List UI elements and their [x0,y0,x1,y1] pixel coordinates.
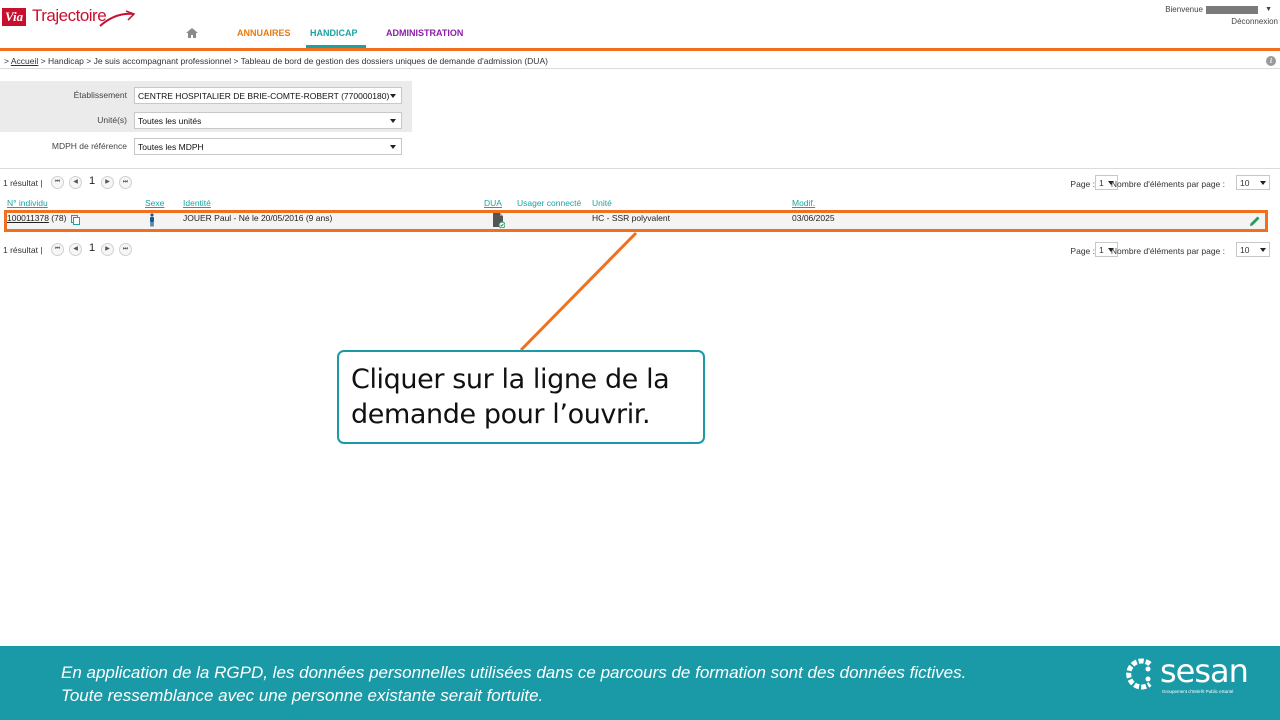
user-welcome[interactable]: Bienvenue [1165,5,1258,14]
per-page-label: Nombre d'éléments par page : [1110,179,1225,189]
first-page-icon[interactable]: ⏮ [51,243,64,256]
unites-select[interactable]: Toutes les unités [134,112,402,129]
instruction-callout: Cliquer sur la ligne de la demande pour … [337,350,705,444]
cell-individu: 100011378 (78) [7,213,80,225]
sesan-mark-icon [1126,658,1152,690]
footer-disclaimer: En application de la RGPD, les données p… [61,661,966,707]
cell-identite: JOUER Paul - Né le 20/05/2016 (9 ans) [183,213,333,223]
header-divider [0,48,1280,51]
filter-label: Unité(s) [97,115,127,125]
logo-swoosh-icon [99,10,136,27]
per-page-label: Nombre d'éléments par page : [1110,246,1225,256]
prev-page-icon[interactable]: ◀ [69,176,82,189]
pager-bottom: 1 résultat | ⏮ ◀ 1 ▶ ⏭ [3,242,143,257]
first-page-icon[interactable]: ⏮ [51,176,64,189]
individu-count: (78) [51,213,67,223]
filter-unites: Unité(s) Toutes les unités [0,109,412,131]
sesan-wordmark: sesan [1160,652,1249,690]
perpage-bottom: Page : 1 Nombre d'éléments par page : 10 [1010,242,1270,258]
results-count: 1 résultat | [3,178,43,188]
current-page: 1 [89,242,96,254]
results-count: 1 résultat | [3,245,43,255]
footer-banner: En application de la RGPD, les données p… [0,646,1280,720]
breadcrumb-home-link[interactable]: Accueil [11,56,38,66]
document-check-icon[interactable] [493,213,505,228]
filter-label: MDPH de référence [51,141,127,151]
filter-etablissement: Établissement CENTRE HOSPITALIER DE BRIE… [0,84,412,106]
last-page-icon[interactable]: ⏭ [119,176,132,189]
select-value: CENTRE HOSPITALIER DE BRIE-COMTE-ROBERT … [138,91,390,101]
page-select-value: 1 [1099,245,1104,255]
filter-label: Établissement [73,90,127,100]
home-icon[interactable] [185,26,199,40]
nav-administration[interactable]: ADMINISTRATION [386,28,463,48]
perpage-top: Page : 1 Nombre d'éléments par page : 10 [1010,175,1270,191]
last-page-icon[interactable]: ⏭ [119,243,132,256]
chevron-down-icon [390,119,396,123]
per-page-select[interactable]: 10 [1236,175,1270,190]
copy-icon[interactable] [70,214,80,225]
welcome-label: Bienvenue [1165,5,1203,14]
select-value: Toutes les MDPH [138,142,204,152]
section-divider [0,168,1280,169]
breadcrumb-prefix: > [4,56,9,66]
nav-annuaires[interactable]: ANNUAIRES [237,28,291,48]
page-label: Page : [1070,246,1095,256]
breadcrumb-divider [0,68,1280,69]
logo-trajectoire: Trajectoire [32,6,107,25]
per-page-select[interactable]: 10 [1236,242,1270,257]
etablissement-select[interactable]: CENTRE HOSPITALIER DE BRIE-COMTE-ROBERT … [134,87,402,104]
prev-page-icon[interactable]: ◀ [69,243,82,256]
next-page-icon[interactable]: ▶ [101,176,114,189]
sesan-logo: sesan Groupement d'Intérêt Public eSanté [1124,652,1254,702]
select-value: Toutes les unités [138,116,202,126]
viatrajectoire-logo[interactable]: Via Trajectoire [2,6,137,30]
page-label: Page : [1070,179,1095,189]
disclaimer-line-2: Toute ressemblance avec une personne exi… [61,686,544,705]
male-person-icon [150,213,154,227]
logo-via: Via [2,8,27,26]
col-header-modif[interactable]: Modif. [792,198,815,208]
col-header-sexe[interactable]: Sexe [145,198,164,208]
cell-unite: HC - SSR polyvalent [592,213,670,223]
chevron-down-icon [1260,248,1266,252]
col-header-individu[interactable]: N° individu [7,198,48,208]
logout-link[interactable]: Déconnexion [1231,17,1278,26]
info-icon[interactable]: i [1266,56,1276,66]
current-page: 1 [89,175,96,187]
breadcrumb-path: > Handicap > Je suis accompagnant profes… [40,56,548,66]
breadcrumb: > Accueil > Handicap > Je suis accompagn… [4,56,548,66]
mdph-select[interactable]: Toutes les MDPH [134,138,402,155]
per-page-value: 10 [1240,245,1250,255]
individu-link[interactable]: 100011378 [7,213,49,223]
col-header-usager-connecte: Usager connecté [517,198,582,208]
chevron-down-icon [1260,181,1266,185]
user-menu-caret-icon[interactable]: ▼ [1265,6,1272,13]
per-page-value: 10 [1240,178,1250,188]
filter-mdph: MDPH de référence Toutes les MDPH [0,135,412,157]
username-redacted [1206,5,1258,14]
col-header-dua[interactable]: DUA [484,198,502,208]
sesan-tagline: Groupement d'Intérêt Public eSanté [1162,689,1234,694]
app-header: Via Trajectoire ANNUAIRES HANDICAP ADMIN… [0,0,1280,48]
col-header-unite: Unité [592,198,612,208]
chevron-down-icon [390,145,396,149]
col-header-identite[interactable]: Identité [183,198,211,208]
disclaimer-line-1: En application de la RGPD, les données p… [61,663,967,682]
page-select-value: 1 [1099,178,1104,188]
next-page-icon[interactable]: ▶ [101,243,114,256]
pager-top: 1 résultat | ⏮ ◀ 1 ▶ ⏭ [3,175,143,190]
chevron-down-icon [390,94,396,98]
cell-modif: 03/06/2025 [792,213,835,223]
edit-pencil-icon[interactable] [1249,215,1261,227]
